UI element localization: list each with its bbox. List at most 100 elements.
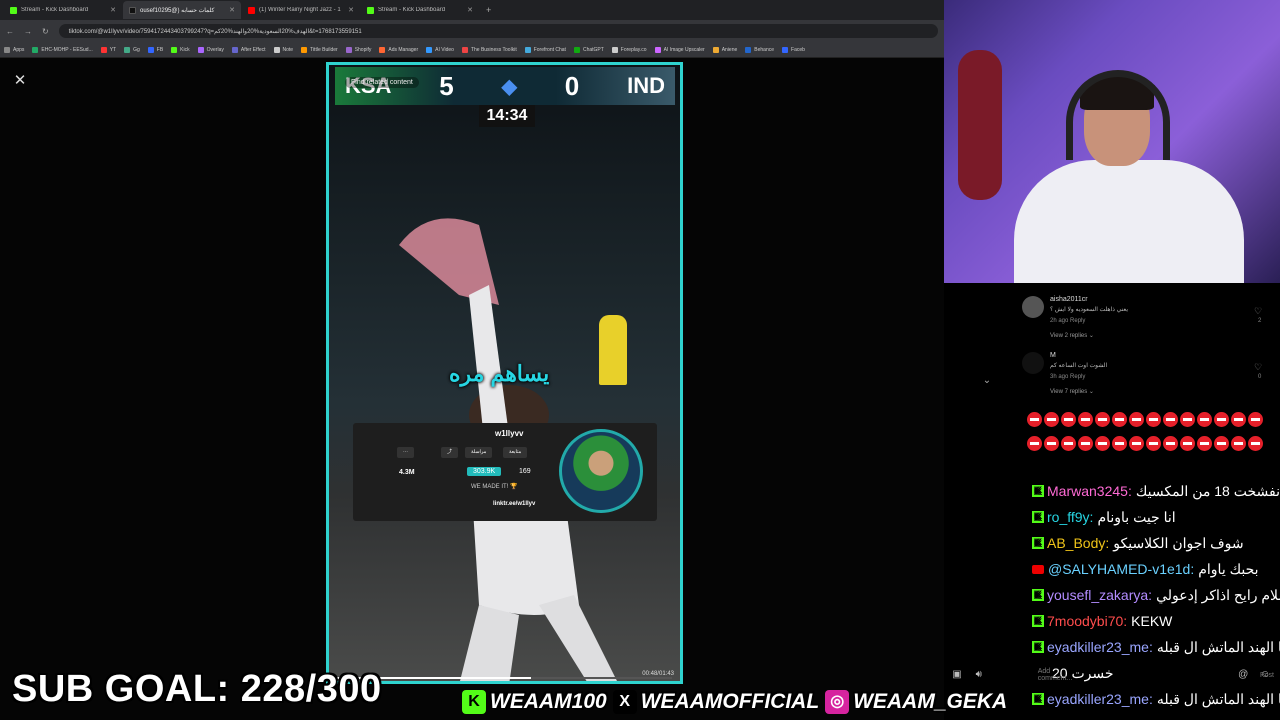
- profile-link[interactable]: linktr.ee/w1llyv: [493, 501, 535, 507]
- x-logo-icon: X: [612, 690, 637, 714]
- no-entry-emote-icon: [1163, 412, 1178, 427]
- tab-youtube-jazz[interactable]: (1) Winter Rainy Night Jazz - 1 ✕: [242, 1, 360, 19]
- followers-count: 303.9K: [467, 467, 502, 476]
- pip-icon[interactable]: ▣: [950, 668, 964, 682]
- kick-badge-icon: K: [1032, 485, 1044, 497]
- chat-text: انا جيت باونام: [1097, 508, 1176, 525]
- background-figure: [958, 50, 1002, 200]
- chat-message: Keyadkiller23_me:يسطا الهند الماتش ال قب…: [1032, 686, 1280, 712]
- url-input[interactable]: tiktok.com/@w1llyvv/video/75941724434037…: [58, 24, 938, 38]
- bookmark-item[interactable]: AI Image Upscaler: [654, 46, 705, 53]
- comment-user[interactable]: aisha2011cr: [1050, 296, 1088, 303]
- bookmark-item[interactable]: EHC-MOHP - EESud...: [32, 46, 93, 53]
- back-icon[interactable]: ←: [6, 27, 14, 36]
- bookmark-item[interactable]: After Effect: [231, 46, 266, 53]
- bookmark-favicon-icon: [654, 46, 661, 53]
- avatar[interactable]: [1022, 352, 1044, 374]
- bookmark-item[interactable]: AI Video: [426, 46, 454, 53]
- bookmark-item[interactable]: Kick: [171, 46, 190, 53]
- bookmark-item[interactable]: Behance: [745, 46, 775, 53]
- no-entry-emote-icon: [1197, 412, 1212, 427]
- video-player[interactable]: Find related content KSA 5 ◆ 0 IND 14:34…: [326, 62, 683, 684]
- no-entry-emote-icon: [1146, 436, 1161, 451]
- close-tab-icon[interactable]: ✕: [348, 6, 354, 14]
- chat-separator: :: [1148, 587, 1153, 603]
- no-entry-emote-icon: [1180, 412, 1195, 427]
- bookmark-item[interactable]: YT: [100, 46, 116, 53]
- bookmark-item[interactable]: Forefront Chat: [524, 46, 566, 53]
- message-button[interactable]: مراسلة: [465, 447, 493, 458]
- kick-logo-icon: K: [462, 690, 486, 714]
- bookmark-item[interactable]: Ads Manager: [379, 46, 418, 53]
- comment-reply[interactable]: 3h ago Reply: [1050, 374, 1085, 380]
- reload-icon[interactable]: ↻: [42, 27, 49, 36]
- view-replies[interactable]: View 2 replies ⌄: [1050, 332, 1094, 339]
- tab-kick-dashboard-2[interactable]: Stream - Kick Dashboard ✕: [361, 1, 479, 19]
- profile-username: w1llyvv: [495, 429, 524, 438]
- comment-user[interactable]: M: [1050, 352, 1056, 359]
- bookmark-item[interactable]: Overlay: [197, 46, 224, 53]
- bookmark-item[interactable]: ChatGPT: [573, 46, 604, 53]
- no-entry-emote-icon: [1027, 436, 1042, 451]
- add-comment-input[interactable]: Add comment...: [1038, 668, 1087, 682]
- forward-icon[interactable]: →: [24, 27, 32, 36]
- kick-icon: [367, 6, 374, 14]
- profile-avatar: [559, 429, 643, 513]
- social-handle: K WEAAM100: [462, 690, 607, 714]
- share-profile-icon[interactable]: ⤴: [441, 447, 459, 458]
- tab-tiktok[interactable]: ousef10295@) كلمات حسابه ✕: [123, 1, 241, 19]
- avatar[interactable]: [1022, 296, 1044, 318]
- bookmark-item[interactable]: Faceb: [782, 46, 805, 53]
- find-related-button[interactable]: Find related content: [345, 77, 419, 88]
- close-tab-icon[interactable]: ✕: [467, 6, 473, 14]
- no-entry-emote-icon: [1027, 412, 1042, 427]
- bookmark-item[interactable]: The Business Toolkit: [461, 46, 517, 53]
- bookmark-favicon-icon: [32, 46, 39, 53]
- heart-icon[interactable]: ♡: [1254, 362, 1262, 373]
- heart-icon[interactable]: ♡: [1254, 306, 1262, 317]
- new-tab-icon[interactable]: +: [486, 5, 491, 15]
- more-options-icon[interactable]: ⋯: [397, 447, 414, 458]
- close-video-icon[interactable]: ✕: [11, 72, 29, 90]
- follow-button[interactable]: متابعة: [503, 447, 528, 458]
- bookmark-item[interactable]: Tittle Builder: [301, 46, 338, 53]
- bookmark-item[interactable]: FB: [147, 46, 163, 53]
- bookmark-favicon-icon: [231, 46, 238, 53]
- no-entry-emote-icon: [1044, 436, 1059, 451]
- bookmark-favicon-icon: [745, 46, 752, 53]
- chevron-down-icon[interactable]: ⌄: [978, 372, 996, 390]
- bookmark-label: Aniene: [721, 46, 738, 53]
- chat-username: eyadkiller23_me: [1047, 639, 1149, 655]
- no-entry-emote-icon: [1214, 412, 1229, 427]
- close-tab-icon[interactable]: ✕: [229, 6, 235, 14]
- no-entry-emote-icon: [1129, 436, 1144, 451]
- bookmark-item[interactable]: Apps: [4, 46, 24, 53]
- bookmark-label: AI Video: [435, 46, 454, 53]
- post-button[interactable]: Post: [1260, 672, 1274, 679]
- bookmark-item[interactable]: Aniene: [712, 46, 738, 53]
- no-entry-emote-icon: [1248, 412, 1263, 427]
- tab-kick-dashboard-1[interactable]: Stream - Kick Dashboard ✕: [4, 1, 122, 19]
- bookmark-item[interactable]: Note: [273, 46, 293, 53]
- bookmark-favicon-icon: [426, 46, 433, 53]
- bookmark-item[interactable]: Foreplay.co: [611, 46, 647, 53]
- chat-text: شوف اجوان الكلاسيكو: [1113, 534, 1244, 551]
- chat-text: يسطا الهند الماتش ال قبله: [1156, 638, 1280, 655]
- bookmark-favicon-icon: [573, 46, 580, 53]
- bookmark-label: EHC-MOHP - EESud...: [41, 46, 93, 53]
- bookmark-item[interactable]: Shopify: [345, 46, 372, 53]
- youtube-icon: [248, 6, 255, 14]
- chat-username: AB_Body: [1047, 535, 1106, 551]
- bookmark-label: Behance: [754, 46, 775, 53]
- bookmark-item[interactable]: Gg: [124, 46, 140, 53]
- view-replies[interactable]: View 7 replies ⌄: [1050, 388, 1094, 395]
- video-progress-bar[interactable]: [337, 677, 672, 679]
- chat-separator: :: [1105, 535, 1110, 551]
- chat-separator: :: [1123, 613, 1128, 629]
- comment-reply[interactable]: 2h ago Reply: [1050, 318, 1085, 324]
- chat-username: Marwan3245: [1047, 483, 1128, 499]
- volume-icon[interactable]: 🔊︎: [972, 668, 986, 682]
- close-tab-icon[interactable]: ✕: [110, 6, 116, 14]
- mention-icon[interactable]: @: [1236, 668, 1250, 682]
- bookmark-label: Shopify: [354, 46, 372, 53]
